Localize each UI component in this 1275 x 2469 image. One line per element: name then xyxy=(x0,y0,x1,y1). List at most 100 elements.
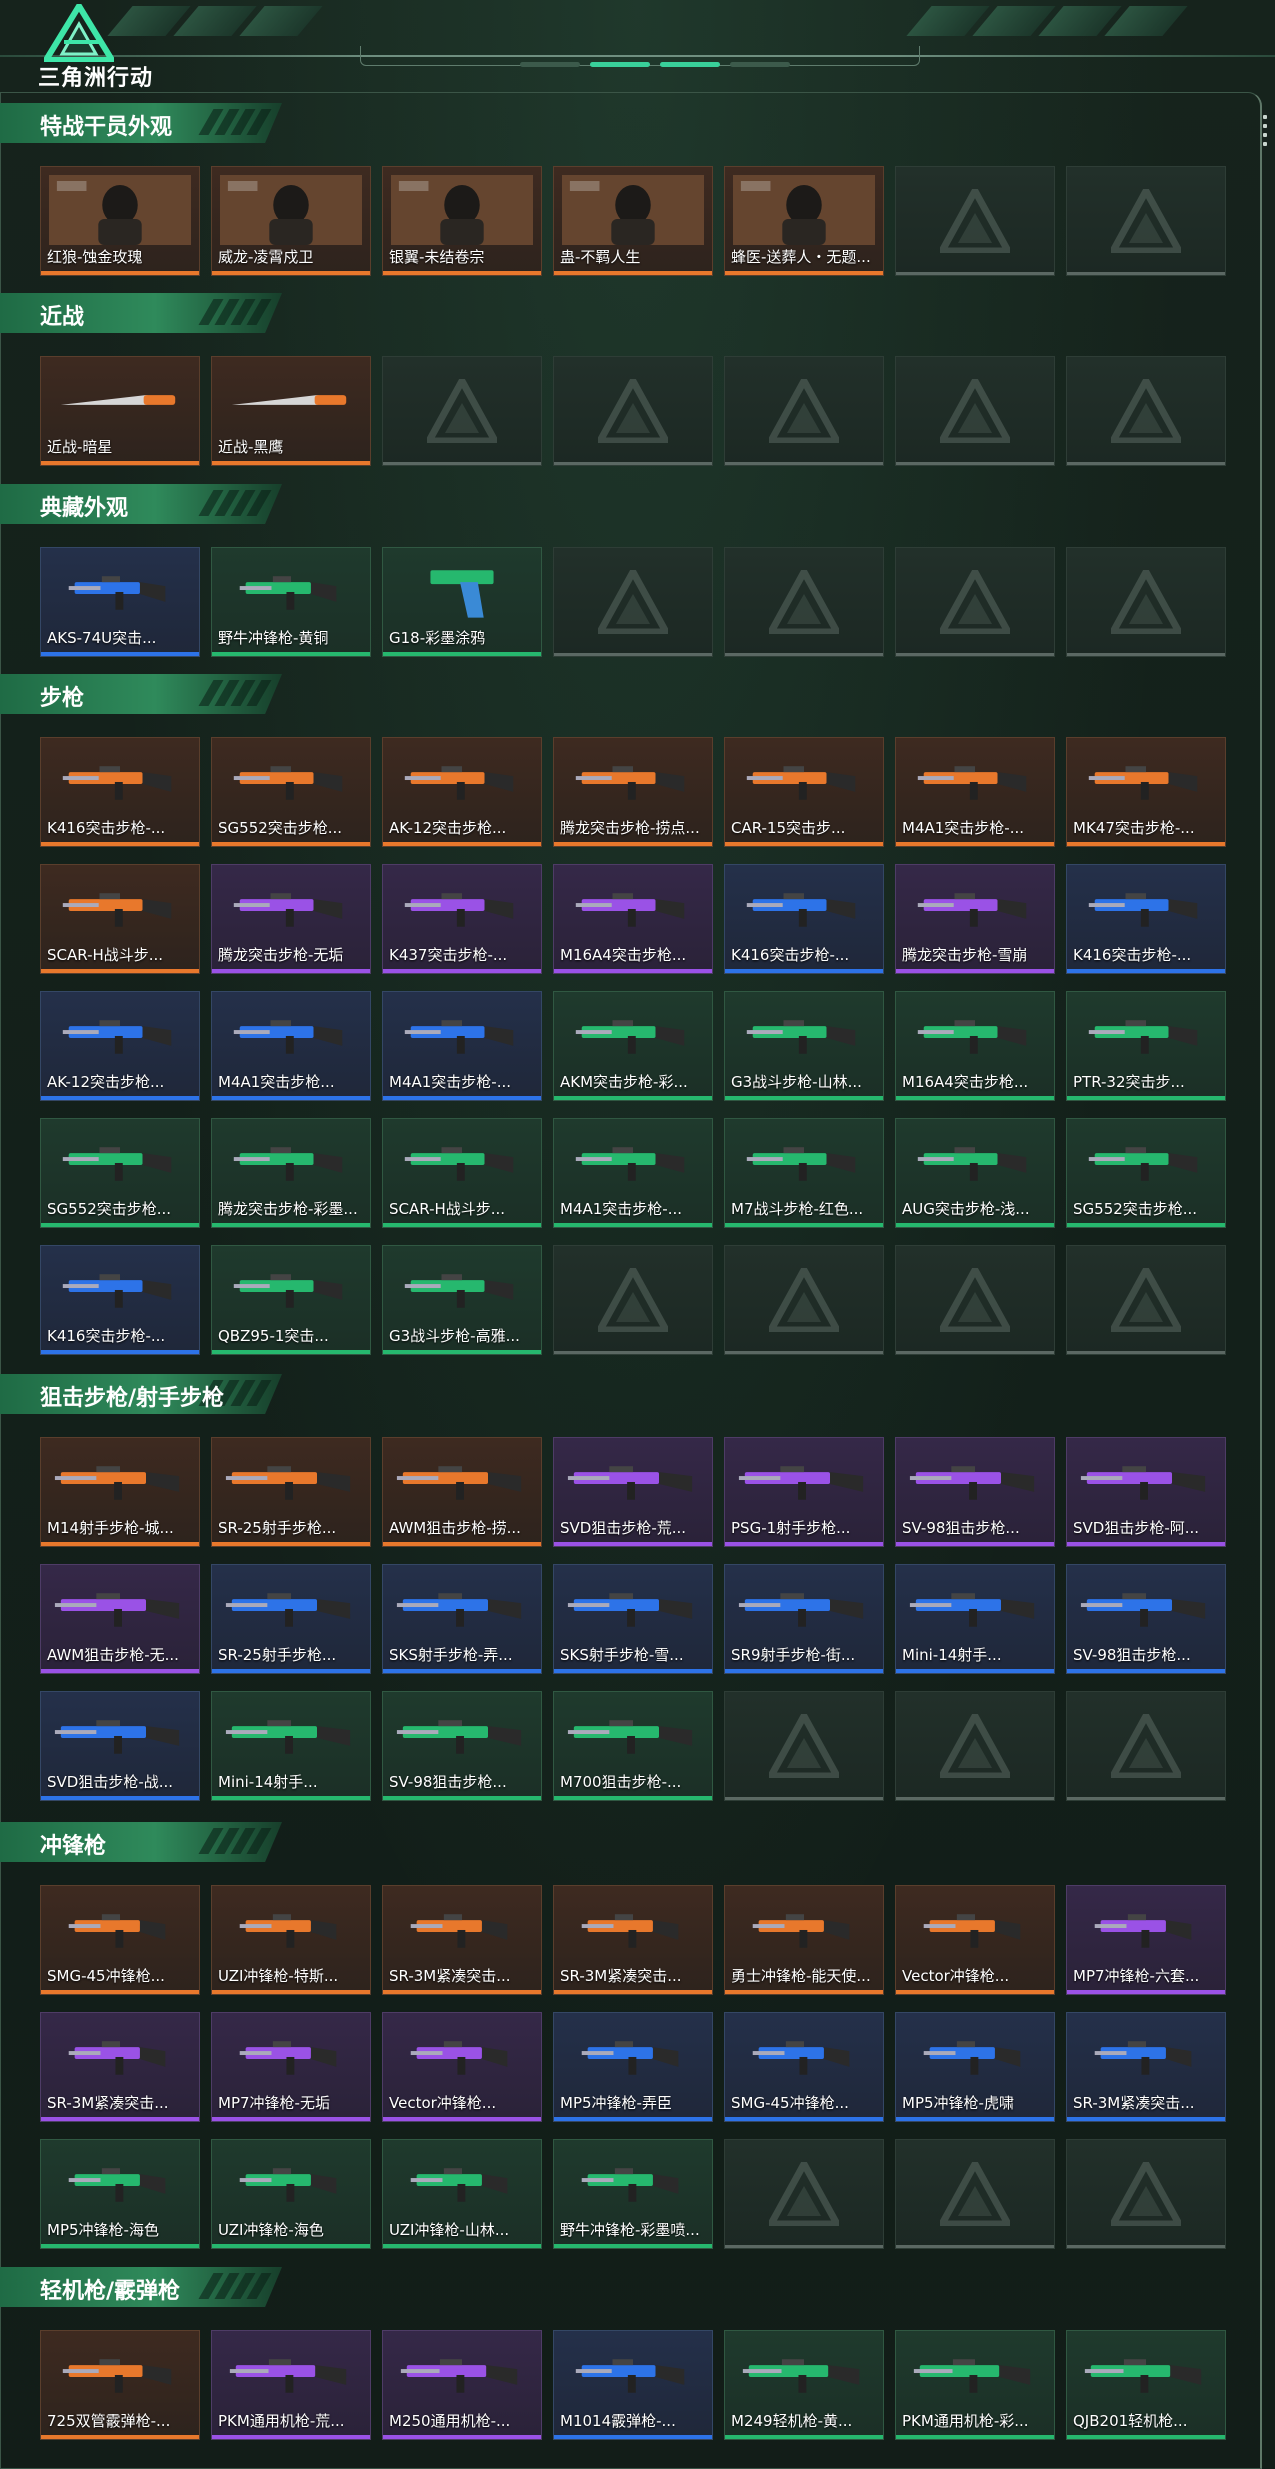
item-card[interactable]: M700狙击步枪-... xyxy=(553,1691,713,1801)
item-card[interactable]: SG552突击步枪... xyxy=(1066,1118,1226,1228)
item-card[interactable]: K416突击步枪-... xyxy=(724,864,884,974)
scrollbar-handle[interactable] xyxy=(1263,115,1267,151)
item-card[interactable]: 腾龙突击步枪-捞点... xyxy=(553,737,713,847)
item-label: AWM狙击步枪-捞... xyxy=(389,1519,521,1537)
item-label: MP7冲锋枪-无垢 xyxy=(218,2094,330,2112)
item-card[interactable]: G3战斗步枪-高雅... xyxy=(382,1245,542,1355)
item-card[interactable]: M4A1突击步枪... xyxy=(211,991,371,1101)
item-card[interactable]: 腾龙突击步枪-雪崩 xyxy=(895,864,1055,974)
item-card[interactable]: QJB201轻机枪... xyxy=(1066,2330,1226,2440)
item-card[interactable]: 近战-暗星 xyxy=(40,356,200,466)
smg-thumbnail-icon xyxy=(220,2021,362,2091)
item-card[interactable]: 腾龙突击步枪-无垢 xyxy=(211,864,371,974)
item-card[interactable]: M7战斗步枪-红色... xyxy=(724,1118,884,1228)
item-card[interactable]: MP7冲锋枪-六套... xyxy=(1066,1885,1226,1995)
item-card[interactable]: AK-12突击步枪... xyxy=(382,737,542,847)
item-card[interactable]: K437突击步枪-... xyxy=(382,864,542,974)
item-card[interactable]: AK-12突击步枪... xyxy=(40,991,200,1101)
item-card[interactable]: 腾龙突击步枪-彩墨... xyxy=(211,1118,371,1228)
item-label: SR9射手步枪-街... xyxy=(731,1646,856,1664)
photo-thumbnail-icon xyxy=(391,175,533,245)
item-card[interactable]: K416突击步枪-... xyxy=(1066,864,1226,974)
item-card[interactable]: AUG突击步枪-浅... xyxy=(895,1118,1055,1228)
item-card[interactable]: SCAR-H战斗步... xyxy=(382,1118,542,1228)
item-card[interactable]: CAR-15突击步... xyxy=(724,737,884,847)
item-card[interactable]: Mini-14射手... xyxy=(211,1691,371,1801)
item-card[interactable]: SG552突击步枪... xyxy=(40,1118,200,1228)
item-card[interactable]: M4A1突击步枪-... xyxy=(382,991,542,1101)
item-card[interactable]: Mini-14射手... xyxy=(895,1564,1055,1674)
item-label: 威龙-凌霄戍卫 xyxy=(218,248,314,266)
item-card[interactable]: SR-3M紧凑突击... xyxy=(40,2012,200,2122)
item-card[interactable]: 野牛冲锋枪-黄铜 xyxy=(211,547,371,657)
item-card[interactable]: SR-3M紧凑突击... xyxy=(1066,2012,1226,2122)
item-card[interactable]: SVD狙击步枪-阿... xyxy=(1066,1437,1226,1547)
item-card[interactable]: MP7冲锋枪-无垢 xyxy=(211,2012,371,2122)
item-card[interactable]: SMG-45冲锋枪... xyxy=(40,1885,200,1995)
item-card[interactable]: AWM狙击步枪-捞... xyxy=(382,1437,542,1547)
smg-thumbnail-icon xyxy=(904,1894,1046,1964)
item-card[interactable]: M250通用机枪-... xyxy=(382,2330,542,2440)
item-card[interactable]: 威龙-凌霄戍卫 xyxy=(211,166,371,276)
item-card[interactable]: SKS射手步枪-弄... xyxy=(382,1564,542,1674)
item-card[interactable]: PKM通用机枪-荒... xyxy=(211,2330,371,2440)
item-card[interactable]: SR-25射手步枪... xyxy=(211,1564,371,1674)
item-card[interactable]: 蛊-不羁人生 xyxy=(553,166,713,276)
item-card[interactable]: Vector冲锋枪... xyxy=(382,2012,542,2122)
item-card[interactable]: K416突击步枪-... xyxy=(40,1245,200,1355)
item-card[interactable]: 勇士冲锋枪-能天使... xyxy=(724,1885,884,1995)
item-card[interactable]: UZI冲锋枪-海色 xyxy=(211,2139,371,2249)
item-card[interactable]: AWM狙击步枪-无... xyxy=(40,1564,200,1674)
item-card[interactable]: 蜂医-送葬人・无题... xyxy=(724,166,884,276)
item-card[interactable]: SMG-45冲锋枪... xyxy=(724,2012,884,2122)
item-card[interactable]: 野牛冲锋枪-彩墨喷... xyxy=(553,2139,713,2249)
item-card[interactable]: PSG-1射手步枪... xyxy=(724,1437,884,1547)
item-card[interactable]: SR9射手步枪-街... xyxy=(724,1564,884,1674)
item-card[interactable]: M249轻机枪-黄... xyxy=(724,2330,884,2440)
item-card[interactable]: M16A4突击步枪... xyxy=(895,991,1055,1101)
item-card[interactable]: SR-25射手步枪... xyxy=(211,1437,371,1547)
item-card[interactable]: 银翼-未结卷宗 xyxy=(382,166,542,276)
item-card[interactable]: MK47突击步枪-... xyxy=(1066,737,1226,847)
item-card[interactable]: MP5冲锋枪-虎啸 xyxy=(895,2012,1055,2122)
item-label: M250通用机枪-... xyxy=(389,2412,511,2430)
item-card[interactable]: M4A1突击步枪-... xyxy=(895,737,1055,847)
page-dot xyxy=(520,62,580,67)
item-card[interactable]: SVD狙击步枪-荒... xyxy=(553,1437,713,1547)
item-label: K437突击步枪-... xyxy=(389,946,508,964)
item-card[interactable]: MP5冲锋枪-海色 xyxy=(40,2139,200,2249)
item-card[interactable]: SKS射手步枪-雪... xyxy=(553,1564,713,1674)
item-card[interactable]: 725双管霰弹枪-... xyxy=(40,2330,200,2440)
smg-thumbnail-icon xyxy=(562,2021,704,2091)
item-card[interactable]: 红狼-蚀金玫瑰 xyxy=(40,166,200,276)
rifle-thumbnail-icon xyxy=(562,746,704,816)
rarity-bar xyxy=(212,2117,370,2121)
item-card[interactable]: SV-98狙击步枪... xyxy=(1066,1564,1226,1674)
item-card[interactable]: PKM通用机枪-彩... xyxy=(895,2330,1055,2440)
item-card[interactable]: G18-彩墨涂鸦 xyxy=(382,547,542,657)
item-card[interactable]: SV-98狙击步枪... xyxy=(895,1437,1055,1547)
item-card[interactable]: UZI冲锋枪-特斯... xyxy=(211,1885,371,1995)
item-card[interactable]: AKM突击步枪-彩... xyxy=(553,991,713,1101)
item-card[interactable]: SV-98狙击步枪... xyxy=(382,1691,542,1801)
item-card[interactable]: M1014霰弹枪-... xyxy=(553,2330,713,2440)
item-card[interactable]: MP5冲锋枪-弄臣 xyxy=(553,2012,713,2122)
item-card[interactable]: M14射手步枪-城... xyxy=(40,1437,200,1547)
item-card[interactable]: M16A4突击步枪... xyxy=(553,864,713,974)
item-card[interactable]: SVD狙击步枪-战... xyxy=(40,1691,200,1801)
item-label: SKS射手步枪-雪... xyxy=(560,1646,684,1664)
item-card[interactable]: PTR-32突击步... xyxy=(1066,991,1226,1101)
item-card[interactable]: AKS-74U突击... xyxy=(40,547,200,657)
item-card[interactable]: G3战斗步枪-山林... xyxy=(724,991,884,1101)
item-card[interactable]: M4A1突击步枪-... xyxy=(553,1118,713,1228)
item-card[interactable]: K416突击步枪-... xyxy=(40,737,200,847)
item-card[interactable]: SG552突击步枪... xyxy=(211,737,371,847)
item-card[interactable]: SR-3M紧凑突击... xyxy=(553,1885,713,1995)
item-card[interactable]: QBZ95-1突击... xyxy=(211,1245,371,1355)
item-card[interactable]: SCAR-H战斗步... xyxy=(40,864,200,974)
item-card[interactable]: 近战-黑鹰 xyxy=(211,356,371,466)
item-card[interactable]: SR-3M紧凑突击... xyxy=(382,1885,542,1995)
item-card[interactable]: Vector冲锋枪... xyxy=(895,1885,1055,1995)
item-label: SMG-45冲锋枪... xyxy=(47,1967,165,1985)
item-card[interactable]: UZI冲锋枪-山林... xyxy=(382,2139,542,2249)
